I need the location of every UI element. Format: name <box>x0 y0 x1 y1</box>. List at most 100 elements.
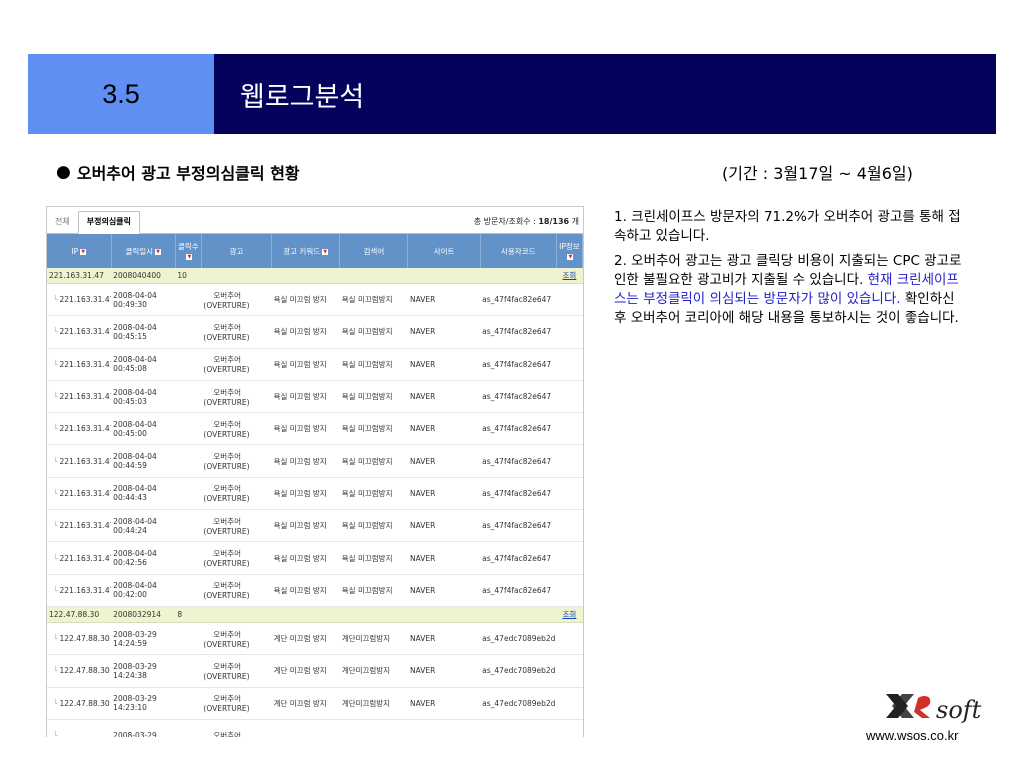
column-header: 사이트 <box>407 234 481 268</box>
row-ad-name: 오버추어 <box>213 419 242 429</box>
row-keyword: 욕실 미끄럼 방지 <box>271 412 340 446</box>
tree-branch-icon: └ <box>53 731 58 737</box>
row-user-code: as_47edc7089eb2d <box>480 654 557 688</box>
group-count: 10 <box>175 268 202 284</box>
row-ad: 오버추어 (OVERTURE) <box>201 380 272 414</box>
row-ad-sub: (OVERTURE) <box>203 429 250 439</box>
row-ip-info <box>556 380 583 414</box>
row-search-term: 욕실 미끄럼방지 <box>339 541 408 575</box>
row-count <box>175 687 202 720</box>
row-time: 14:24:59 <box>113 638 147 648</box>
row-time: 00:42:00 <box>113 590 147 600</box>
row-datetime: 2008-04-04 00:45:15 <box>111 315 176 349</box>
row-search-term: 욕실 미끄럼방지 <box>339 412 408 446</box>
row-ad: 오버추어 <box>201 719 272 737</box>
tree-branch-icon: └ <box>53 553 58 563</box>
row-date: 2008-04-04 <box>113 355 157 365</box>
column-header[interactable]: 클릭일시 ▼ <box>111 234 176 268</box>
row-ip: └ 221.163.31.47 <box>47 348 112 381</box>
row-search-term: 계단미끄럼방지 <box>339 687 408 720</box>
row-count <box>175 654 202 688</box>
tab-suspicious-clicks[interactable]: 부정의심클릭 <box>77 211 140 234</box>
row-ip-value: 221.163.31.47 <box>59 521 112 531</box>
tab-all[interactable]: 전체 <box>47 212 78 233</box>
row-ad-name: 오버추어 <box>213 629 242 639</box>
row-search-term: 계단미끄럼방지 <box>339 622 408 656</box>
row-ip: └ 221.163.31.47 <box>47 315 112 349</box>
row-ad-name: 오버추어 <box>213 549 242 559</box>
row-time: 00:44:43 <box>113 493 147 503</box>
row-site: NAVER <box>407 283 481 317</box>
row-ad: 오버추어 (OVERTURE) <box>201 477 272 511</box>
row-user-code: as_47f4fac82e647 <box>480 509 557 543</box>
row-ad-name: 오버추어 <box>213 355 242 365</box>
row-count <box>175 719 202 737</box>
row-count <box>175 283 202 317</box>
row-date: 2008-04-04 <box>113 290 157 300</box>
row-count <box>175 444 202 478</box>
tree-branch-icon: └ <box>53 456 58 466</box>
row-time: 00:49:30 <box>113 299 147 309</box>
row-user-code: as_47f4fac82e647 <box>480 315 557 349</box>
row-ip: └ 221.163.31.47 <box>47 444 112 478</box>
sort-icon[interactable]: ▼ <box>322 248 329 255</box>
column-header-label: 클릭수 <box>178 242 199 251</box>
row-ip-info <box>556 574 583 607</box>
row-ad: 오버추어 (OVERTURE) <box>201 315 272 349</box>
row-keyword: 욕실 미끄럼 방지 <box>271 477 340 511</box>
company-logo: soft <box>884 688 994 724</box>
row-ad-name: 오버추어 <box>213 581 242 591</box>
row-search-term: 욕실 미끄럼방지 <box>339 477 408 511</box>
sort-icon[interactable]: ▼ <box>155 248 162 255</box>
sort-icon[interactable]: ▼ <box>567 254 574 260</box>
column-header-label: IP <box>71 246 79 256</box>
column-header[interactable]: IP ▼ <box>47 234 112 268</box>
column-header: 사용자코드 <box>480 234 557 268</box>
row-site: NAVER <box>407 687 481 720</box>
footer-url[interactable]: www.wsos.co.kr <box>866 728 958 743</box>
row-keyword: 계단 미끄럼 방지 <box>271 654 340 688</box>
group-empty-cell <box>339 268 408 284</box>
row-keyword: 욕실 미끄럼 방지 <box>271 444 340 478</box>
row-user-code: as_47f4fac82e647 <box>480 380 557 414</box>
column-header[interactable]: 광고 키워드 ▼ <box>271 234 341 268</box>
row-ip-value: 122.47.88.30 <box>59 698 110 708</box>
row-count <box>175 574 202 607</box>
row-date: 2008-04-04 <box>113 419 157 429</box>
group-empty-cell <box>201 268 272 284</box>
row-site: NAVER <box>407 509 481 543</box>
row-site <box>407 719 481 737</box>
sort-icon[interactable]: ▼ <box>80 248 87 255</box>
row-datetime: 2008-04-04 00:45:00 <box>111 412 176 446</box>
row-ip-info <box>556 622 583 656</box>
row-ip-value: 221.163.31.47 <box>59 424 112 434</box>
row-user-code: as_47f4fac82e647 <box>480 477 557 511</box>
column-header[interactable]: IP정보 ▼ <box>556 234 583 268</box>
column-header[interactable]: 클릭수 ▼ <box>175 234 202 268</box>
group-empty-cell <box>271 268 340 284</box>
sort-icon[interactable]: ▼ <box>186 254 193 260</box>
lookup-link[interactable]: 조회 <box>556 268 583 284</box>
row-ad-name: 오버추어 <box>213 387 242 397</box>
lookup-link[interactable]: 조회 <box>556 606 583 623</box>
table-row: └ 221.163.31.47 2008-04-04 00:49:30 오버추어 (OVE… <box>47 283 583 317</box>
row-ad-sub: (OVERTURE) <box>203 300 250 310</box>
slide-heading: ● 오버추어 광고 부정의심클릭 현황 <box>56 160 300 184</box>
table-row: └ 2008-03-29 오버추어 <box>47 719 583 737</box>
group-ip: 122.47.88.30 <box>47 606 112 623</box>
row-ad-sub: (OVERTURE) <box>203 397 250 407</box>
total-value: 18/136 <box>538 217 570 226</box>
row-ip: └ 221.163.31.47 <box>47 380 112 414</box>
row-user-code: as_47f4fac82e647 <box>480 283 557 317</box>
tree-branch-icon: └ <box>53 666 58 676</box>
row-keyword <box>271 719 340 737</box>
group-ip: 221.163.31.47 <box>47 268 112 284</box>
tree-branch-icon: └ <box>53 295 58 305</box>
heading-text: 오버추어 광고 부정의심클릭 현황 <box>76 164 300 183</box>
row-datetime: 2008-03-29 <box>111 719 176 737</box>
row-site: NAVER <box>407 477 481 511</box>
column-header-label: 사이트 <box>433 246 455 256</box>
table-header-row: IP ▼ 클릭일시 ▼ 클릭수▼ 광고 광고 키워드 ▼ 검색어 사이트 사용자코드 IP정보▼ <box>47 234 583 268</box>
group-count: 8 <box>175 606 202 623</box>
click-table: IP ▼ 클릭일시 ▼ 클릭수▼ 광고 광고 키워드 ▼ 검색어 사이트 사용자코드 IP정보▼ 22… <box>47 234 583 737</box>
